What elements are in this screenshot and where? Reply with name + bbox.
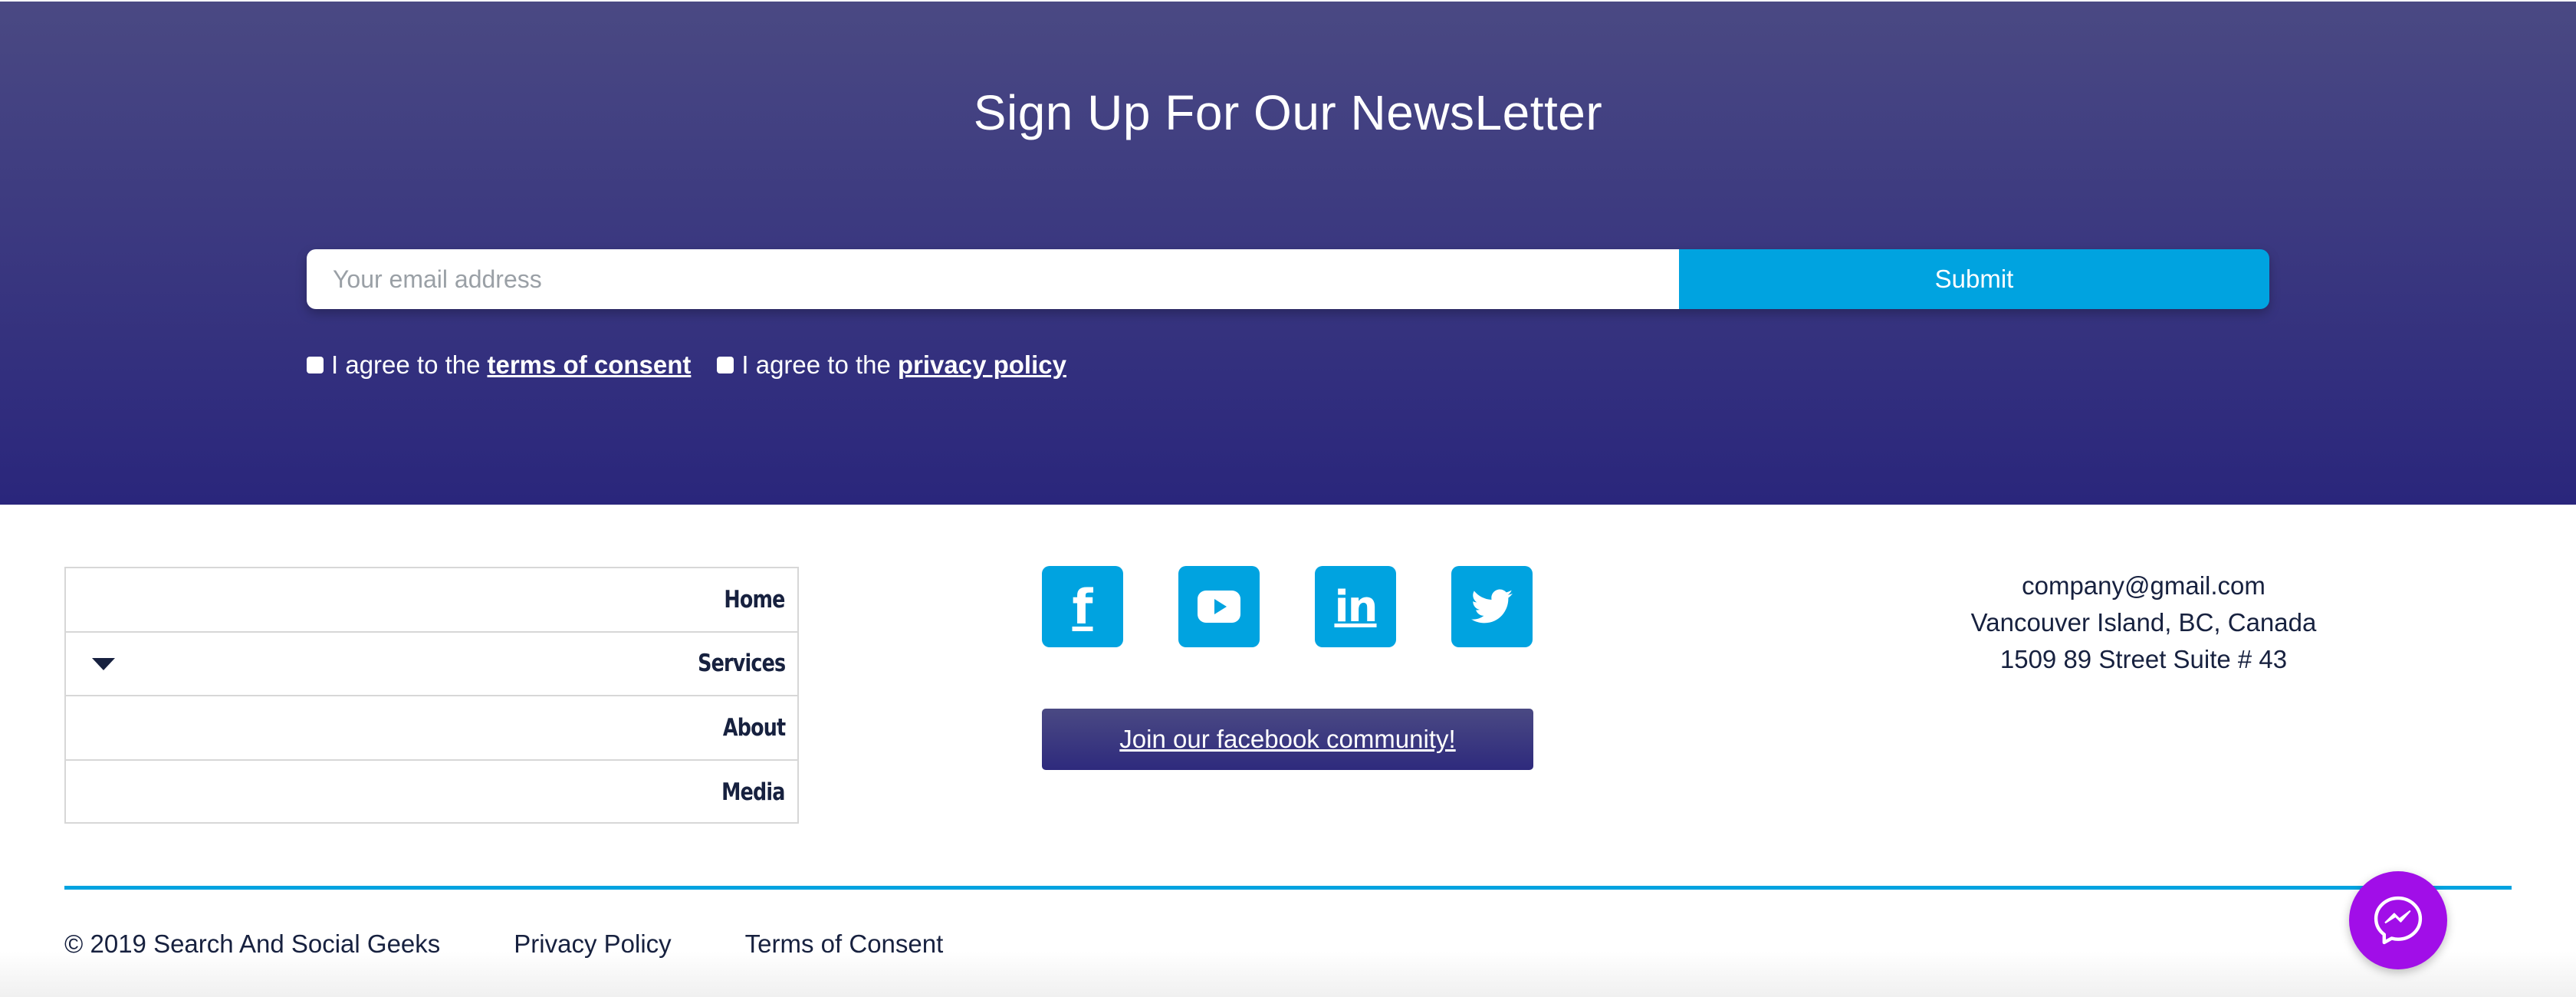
contact-address: 1509 89 Street Suite # 43	[1999, 645, 2288, 673]
twitter-icon	[1471, 589, 1513, 624]
messenger-icon	[2374, 896, 2423, 945]
newsletter-title: Sign Up For Our NewsLetter	[973, 85, 1603, 140]
submit-button[interactable]: Submit	[1679, 249, 2269, 309]
terms-checkbox[interactable]	[307, 357, 324, 373]
menu-item-services[interactable]: Services	[66, 633, 797, 696]
facebook-icon: f	[1072, 578, 1093, 635]
footer-menu: Home Services About Media	[64, 567, 799, 824]
linkedin-button[interactable]: in	[1315, 566, 1396, 647]
youtube-icon	[1198, 591, 1240, 623]
menu-item-label: Services	[697, 650, 786, 678]
contact-email: company@gmail.com	[2022, 571, 2266, 600]
terms-consent-prefix: I agree to the	[331, 350, 481, 379]
menu-item-media[interactable]: Media	[66, 761, 797, 825]
terms-consent[interactable]: I agree to the terms of consent	[307, 350, 691, 380]
menu-item-label: About	[722, 713, 786, 742]
privacy-checkbox[interactable]	[717, 357, 734, 373]
caret-down-icon[interactable]	[92, 657, 115, 670]
footer-bottom-bar: © 2019 Search And Social Geeks Privacy P…	[64, 930, 1017, 959]
consent-row: I agree to the terms of consent I agree …	[307, 350, 1092, 380]
contact-info: company@gmail.com Vancouver Island, BC, …	[1825, 568, 2463, 678]
menu-item-label: Home	[724, 585, 786, 614]
footer-divider	[64, 886, 2512, 890]
linkedin-icon: in	[1334, 581, 1378, 632]
privacy-policy-footer-link[interactable]: Privacy Policy	[514, 930, 671, 959]
privacy-consent[interactable]: I agree to the privacy policy	[717, 350, 1066, 380]
youtube-button[interactable]	[1178, 566, 1260, 647]
twitter-button[interactable]	[1451, 566, 1533, 647]
copyright-text: © 2019 Search And Social Geeks	[64, 930, 441, 958]
facebook-community-button[interactable]: Join our facebook community!	[1042, 709, 1533, 770]
menu-item-about[interactable]: About	[66, 696, 797, 761]
newsletter-section: Sign Up For Our NewsLetter Submit I agre…	[0, 0, 2576, 505]
social-links: f in	[1042, 566, 1588, 647]
privacy-consent-prefix: I agree to the	[741, 350, 891, 379]
messenger-chat-button[interactable]	[2349, 871, 2447, 969]
contact-location: Vancouver Island, BC, Canada	[1970, 608, 2317, 637]
privacy-policy-link[interactable]: privacy policy	[898, 350, 1066, 380]
newsletter-form: Submit	[307, 249, 2269, 309]
email-input[interactable]	[307, 249, 1679, 309]
menu-item-home[interactable]: Home	[66, 568, 797, 633]
facebook-button[interactable]: f	[1042, 566, 1123, 647]
menu-item-label: Media	[721, 778, 786, 807]
terms-of-consent-link[interactable]: terms of consent	[487, 350, 691, 380]
terms-of-consent-footer-link[interactable]: Terms of Consent	[745, 930, 944, 959]
